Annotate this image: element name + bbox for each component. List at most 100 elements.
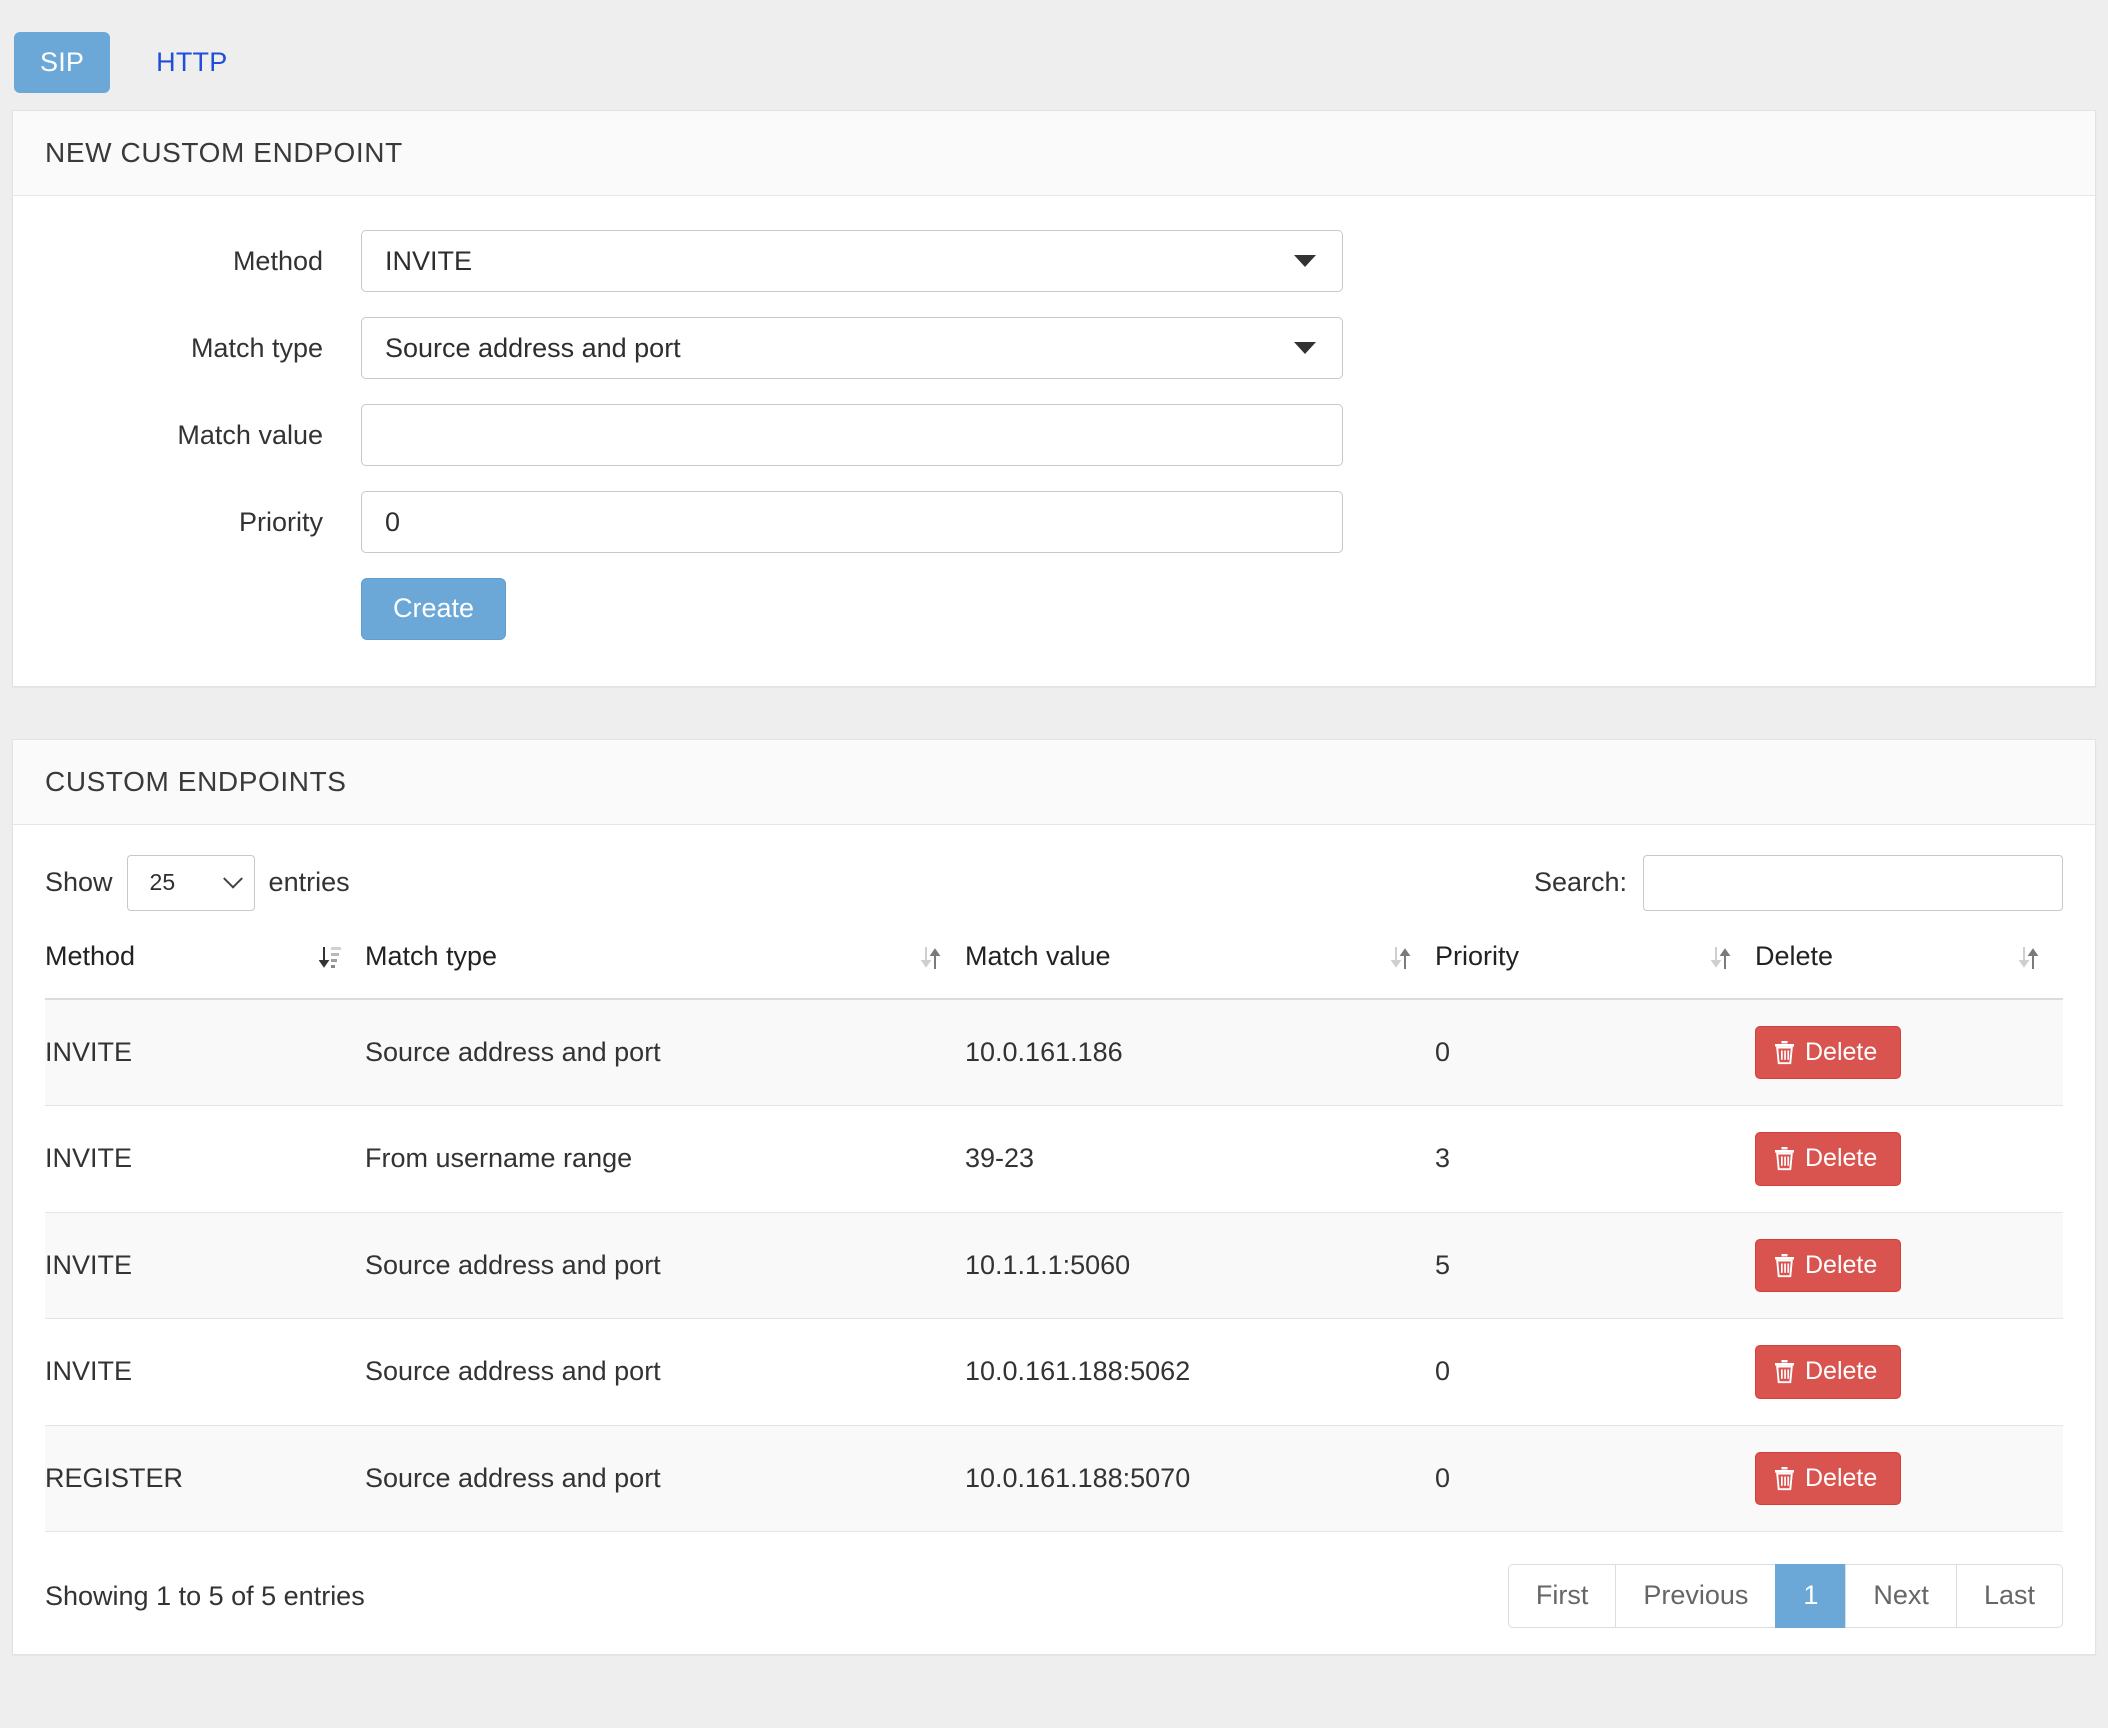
trash-icon	[1774, 1253, 1795, 1278]
cell-priority: 3	[1435, 1105, 1755, 1213]
delete-button-label: Delete	[1805, 1463, 1878, 1492]
delete-button-label: Delete	[1805, 1037, 1878, 1066]
match-type-form-row: Match type Source address and port	[13, 317, 2095, 379]
delete-button[interactable]: Delete	[1755, 1025, 1902, 1080]
panel-gap	[0, 687, 2108, 739]
priority-input[interactable]	[385, 506, 1324, 538]
search-label: Search:	[1533, 867, 1627, 898]
trash-icon	[1774, 1466, 1795, 1491]
sort-icon	[1709, 944, 1733, 972]
priority-form-row: Priority	[13, 491, 2095, 553]
delete-button[interactable]: Delete	[1755, 1451, 1902, 1506]
cell-method: REGISTER	[45, 1425, 365, 1533]
match-value-form-row: Match value	[13, 404, 2095, 466]
tab-http[interactable]: HTTP	[130, 32, 253, 93]
cell-match-type: Source address and port	[365, 1425, 965, 1533]
column-label-match-value: Match value	[965, 940, 1111, 971]
priority-label: Priority	[238, 506, 323, 537]
cell-match-type: Source address and port	[365, 1212, 965, 1320]
custom-endpoints-panel-title: CUSTOM ENDPOINTS	[45, 765, 347, 797]
new-custom-endpoint-panel: NEW CUSTOM ENDPOINT Method INVITE Match …	[12, 110, 2096, 687]
pagination-button[interactable]: Next	[1845, 1564, 1956, 1628]
table-row: INVITE From username range 39-23 3 Delete	[45, 1105, 2063, 1213]
match-value-input[interactable]	[385, 419, 1324, 451]
cell-match-value: 10.0.161.186	[965, 998, 1435, 1107]
cell-priority: 5	[1435, 1212, 1755, 1320]
custom-endpoints-panel-body: Show 25 entries Search: Method Match typ…	[13, 825, 2095, 1654]
caret-down-icon	[1294, 255, 1316, 267]
cell-method: INVITE	[45, 1318, 365, 1426]
match-type-select[interactable]: Source address and port	[361, 317, 1343, 379]
column-header-method[interactable]: Method	[45, 940, 365, 1000]
table-row: REGISTER Source address and port 10.0.161.…	[45, 1425, 2063, 1533]
table-header-row: Method Match type Match value Priority D…	[45, 940, 2063, 1000]
trash-icon	[1774, 1146, 1795, 1171]
table-row: INVITE Source address and port 10.0.161.18…	[45, 1318, 2063, 1426]
cell-priority: 0	[1435, 998, 1755, 1107]
show-label: Show	[45, 867, 113, 898]
custom-endpoints-panel-heading: CUSTOM ENDPOINTS	[13, 739, 2095, 825]
priority-field-wrap[interactable]	[361, 491, 1343, 553]
cell-match-type: From username range	[365, 1105, 965, 1213]
delete-button-label: Delete	[1805, 1250, 1878, 1279]
match-value-label: Match value	[177, 419, 323, 450]
match-value-field-wrap[interactable]	[361, 404, 1343, 466]
tab-bar: SIP HTTP	[0, 0, 2108, 110]
chevron-down-icon	[222, 868, 243, 889]
datatable-footer: Showing 1 to 5 of 5 entries First Previou…	[45, 1564, 2063, 1628]
column-label-match-type: Match type	[365, 940, 498, 971]
pagination: First Previous 1 Next Last	[1507, 1564, 2063, 1628]
delete-button[interactable]: Delete	[1755, 1238, 1902, 1293]
search-input[interactable]	[1643, 854, 2063, 911]
tab-sip-label: SIP	[40, 46, 85, 77]
endpoints-table-head: Method Match type Match value Priority D…	[45, 940, 2063, 1000]
sort-icon	[2017, 944, 2041, 972]
match-type-select-value: Source address and port	[385, 332, 681, 363]
cell-method: INVITE	[45, 1212, 365, 1320]
trash-icon	[1774, 1359, 1795, 1384]
table-row: INVITE Source address and port 10.1.1.1:50…	[45, 1212, 2063, 1320]
endpoints-table: Method Match type Match value Priority D…	[45, 940, 2063, 1533]
match-type-label: Match type	[190, 332, 323, 363]
delete-button-label: Delete	[1805, 1357, 1878, 1386]
cell-match-type: Source address and port	[365, 1318, 965, 1426]
page-length-select[interactable]: 25	[126, 854, 255, 911]
search-control: Search:	[1533, 854, 2063, 911]
new-endpoint-panel-heading: NEW CUSTOM ENDPOINT	[13, 111, 2095, 196]
new-endpoint-panel-title: NEW CUSTOM ENDPOINT	[45, 137, 403, 168]
cell-method: INVITE	[45, 998, 365, 1107]
cell-delete: Delete	[1755, 1212, 2063, 1320]
column-header-match-type[interactable]: Match type	[365, 940, 965, 1000]
sort-amount-down-icon	[319, 944, 343, 972]
cell-delete: Delete	[1755, 1425, 2063, 1533]
create-button[interactable]: Create	[361, 578, 507, 640]
cell-priority: 0	[1435, 1425, 1755, 1533]
endpoints-table-body: INVITE Source address and port 10.0.161.18…	[45, 998, 2063, 1533]
pagination-button[interactable]: 1	[1775, 1564, 1846, 1628]
cell-match-type: Source address and port	[365, 998, 965, 1107]
cell-match-value: 10.0.161.188:5062	[965, 1318, 1435, 1426]
pagination-button[interactable]: Previous	[1615, 1564, 1776, 1628]
cell-delete: Delete	[1755, 998, 2063, 1107]
page-length-control: Show 25 entries	[45, 854, 350, 911]
create-button-row: Create	[13, 578, 2095, 640]
tab-http-label: HTTP	[156, 46, 228, 77]
cell-method: INVITE	[45, 1105, 365, 1213]
column-header-match-value[interactable]: Match value	[965, 940, 1435, 1000]
column-label-priority: Priority	[1435, 940, 1520, 971]
entries-label: entries	[268, 867, 350, 898]
cell-match-value: 39-23	[965, 1105, 1435, 1213]
column-label-method: Method	[45, 940, 136, 971]
column-header-delete[interactable]: Delete	[1755, 940, 2063, 1000]
pagination-button[interactable]: First	[1507, 1564, 1616, 1628]
column-header-priority[interactable]: Priority	[1435, 940, 1755, 1000]
datatable-wrapper: Show 25 entries Search: Method Match typ…	[13, 825, 2095, 1654]
method-select[interactable]: INVITE	[361, 230, 1343, 292]
cell-delete: Delete	[1755, 1105, 2063, 1213]
new-endpoint-form: Method INVITE Match type Source address …	[13, 196, 2095, 686]
pagination-button[interactable]: Last	[1955, 1564, 2063, 1628]
delete-button[interactable]: Delete	[1755, 1132, 1902, 1186]
table-row: INVITE Source address and port 10.0.161.18…	[45, 998, 2063, 1107]
delete-button[interactable]: Delete	[1755, 1345, 1902, 1399]
tab-sip[interactable]: SIP	[14, 31, 111, 93]
